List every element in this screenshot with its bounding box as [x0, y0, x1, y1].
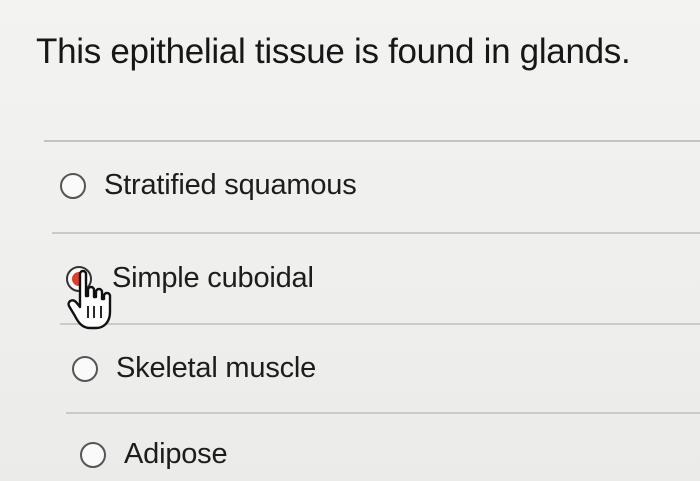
answer-option-simple-cuboidal[interactable]: Simple cuboidal: [66, 262, 314, 295]
answer-option-label: Simple cuboidal: [112, 262, 314, 294]
divider: [66, 412, 700, 414]
radio-button[interactable]: [80, 441, 106, 468]
divider: [52, 232, 700, 234]
quiz-screen: This epithelial tissue is found in gland…: [0, 0, 700, 481]
answer-option-adipose[interactable]: Adipose: [80, 438, 228, 471]
radio-button[interactable]: [72, 355, 98, 382]
answer-option-label: Adipose: [124, 438, 228, 470]
divider: [60, 323, 700, 325]
radio-button[interactable]: [60, 172, 86, 199]
answer-option-skeletal-muscle[interactable]: Skeletal muscle: [72, 352, 316, 385]
answer-option-label: Stratified squamous: [104, 169, 357, 201]
divider: [44, 140, 700, 142]
answer-option-label: Skeletal muscle: [116, 352, 317, 384]
question-text: This epithelial tissue is found in gland…: [36, 32, 631, 71]
answer-option-stratified-squamous[interactable]: Stratified squamous: [60, 169, 357, 202]
radio-button-selected[interactable]: [66, 265, 92, 292]
